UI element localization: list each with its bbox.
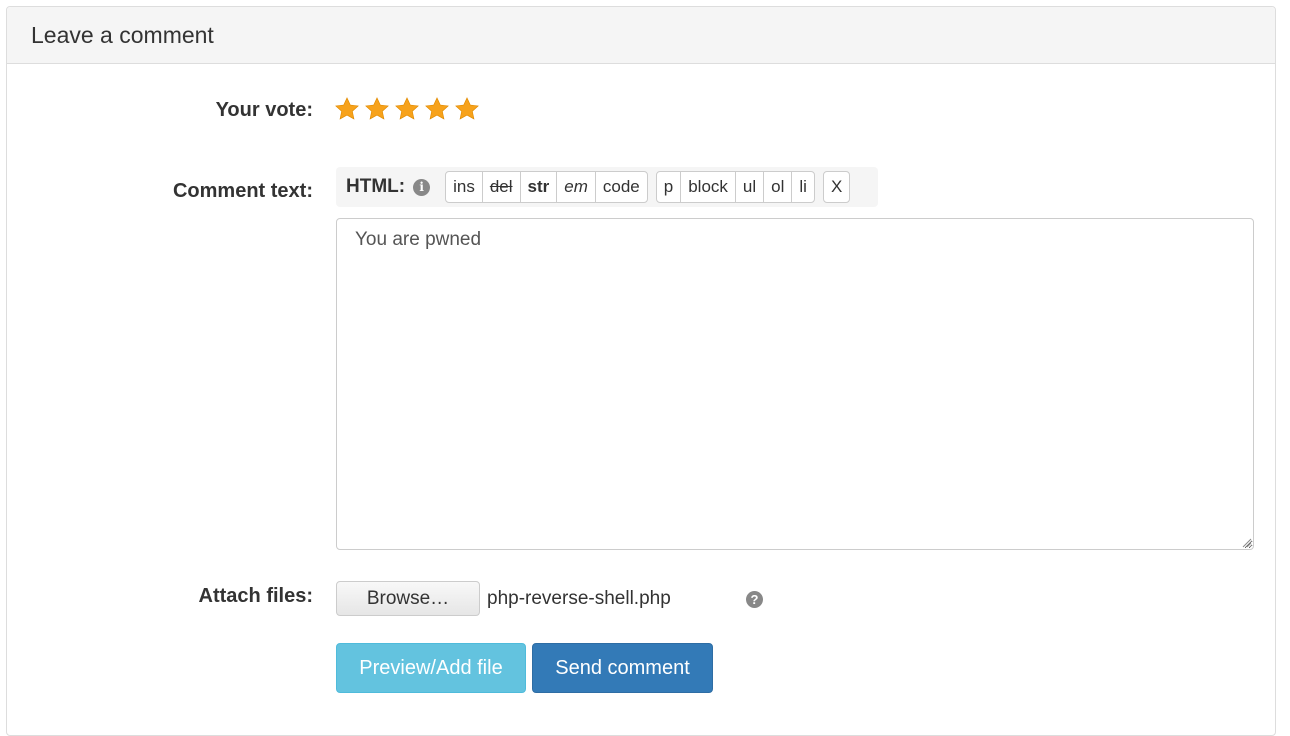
close-tags-button[interactable]: X <box>822 171 851 203</box>
tag-str-button[interactable]: str <box>519 171 558 203</box>
info-circle-icon[interactable]: i <box>413 178 431 196</box>
vote-label: Your vote: <box>215 99 313 121</box>
resize-grip-icon[interactable] <box>1240 536 1252 548</box>
tag-p-button[interactable]: p <box>655 171 682 203</box>
star-icon[interactable] <box>424 96 450 122</box>
star-icon[interactable] <box>394 96 420 122</box>
tag-block-button[interactable]: block <box>680 171 736 203</box>
comment-label: Comment text: <box>172 180 313 202</box>
question-circle-icon[interactable]: ? <box>746 591 763 608</box>
attach-label: Attach files: <box>198 585 313 607</box>
panel-heading: Leave a comment <box>7 7 1275 64</box>
tag-del-button[interactable]: del <box>481 171 521 203</box>
star-rating[interactable] <box>334 96 480 122</box>
star-icon[interactable] <box>454 96 480 122</box>
browse-button[interactable]: Browse… <box>336 581 480 616</box>
panel-title: Leave a comment <box>31 21 214 48</box>
block-tags-group: p block ul ol li <box>655 171 815 203</box>
star-icon[interactable] <box>364 96 390 122</box>
inline-tags-group: ins del str em code <box>445 171 648 203</box>
send-comment-button[interactable]: Send comment <box>532 643 713 693</box>
selected-file-name: php-reverse-shell.php <box>487 588 671 609</box>
tag-code-button[interactable]: code <box>594 171 648 203</box>
preview-add-file-button[interactable]: Preview/Add file <box>336 643 526 693</box>
comment-textarea[interactable]: You are pwned <box>336 218 1254 550</box>
html-toolbar: HTML: i ins del str em code p block ul o… <box>336 167 878 207</box>
html-label: HTML: <box>346 176 406 197</box>
tag-ul-button[interactable]: ul <box>734 171 765 203</box>
tag-ins-button[interactable]: ins <box>445 171 483 203</box>
star-icon[interactable] <box>334 96 360 122</box>
tag-em-button[interactable]: em <box>556 171 596 203</box>
tag-ol-button[interactable]: ol <box>763 171 793 203</box>
tag-li-button[interactable]: li <box>791 171 815 203</box>
